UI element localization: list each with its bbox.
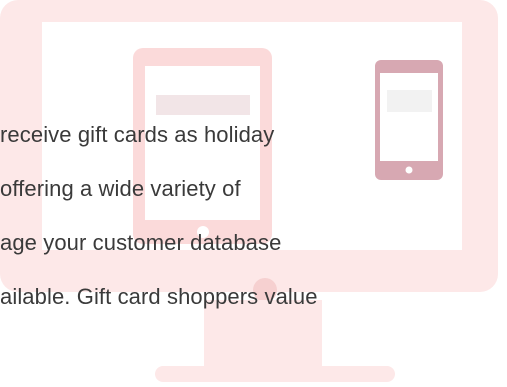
devices-illustration	[0, 0, 498, 382]
monitor-button-icon	[253, 278, 277, 302]
tablet-illustration	[133, 48, 272, 244]
tablet-home-button-icon	[197, 226, 209, 238]
phone-illustration	[375, 60, 443, 180]
phone-home-button-icon	[405, 166, 413, 174]
